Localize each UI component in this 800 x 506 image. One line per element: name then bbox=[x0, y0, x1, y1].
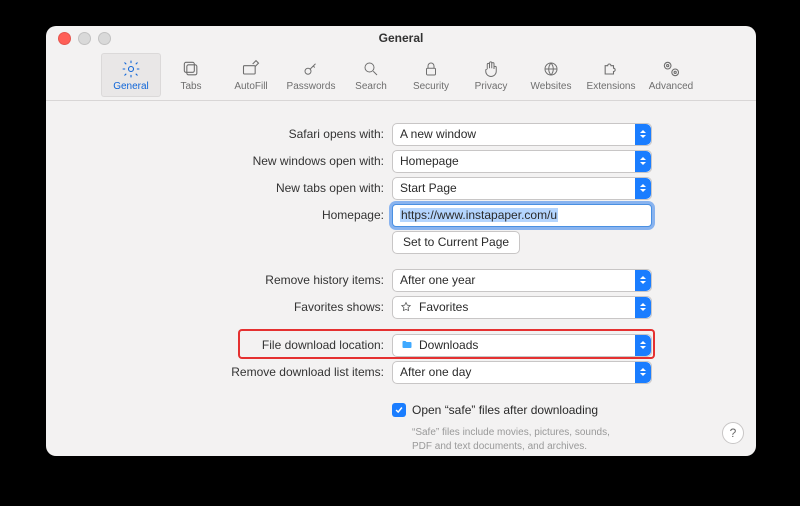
tab-label: Security bbox=[413, 81, 449, 92]
download-location-value: Downloads bbox=[419, 338, 478, 352]
titlebar: General bbox=[46, 26, 756, 50]
homepage-value: https://www.instapaper.com/u bbox=[400, 208, 558, 222]
chevron-up-down-icon bbox=[635, 362, 651, 383]
chevron-up-down-icon bbox=[635, 335, 651, 356]
checkbox-checked-icon bbox=[392, 403, 406, 417]
tab-label: Tabs bbox=[180, 81, 201, 92]
chevron-up-down-icon bbox=[635, 124, 651, 145]
tab-label: Advanced bbox=[649, 81, 693, 92]
remove-history-label: Remove history items: bbox=[46, 273, 392, 287]
hand-icon bbox=[482, 58, 500, 80]
tab-extensions[interactable]: Extensions bbox=[581, 53, 641, 97]
remove-downloads-select[interactable]: After one day bbox=[392, 361, 652, 384]
tab-search[interactable]: Search bbox=[341, 53, 401, 97]
favorites-label: Favorites shows: bbox=[46, 300, 392, 314]
open-safe-label: Open “safe” files after downloading bbox=[412, 403, 598, 417]
download-location-select[interactable]: Downloads bbox=[392, 334, 652, 357]
new-windows-value: Homepage bbox=[400, 154, 459, 168]
remove-history-value: After one year bbox=[400, 273, 475, 287]
opens-with-select[interactable]: A new window bbox=[392, 123, 652, 146]
folder-icon bbox=[400, 338, 414, 352]
gear-icon bbox=[121, 58, 141, 80]
new-tabs-value: Start Page bbox=[400, 181, 457, 195]
preferences-window: General General Tabs AutoFill Passwords bbox=[46, 26, 756, 456]
remove-downloads-label: Remove download list items: bbox=[46, 365, 392, 379]
remove-history-select[interactable]: After one year bbox=[392, 269, 652, 292]
tabs-icon bbox=[181, 58, 201, 80]
opens-with-label: Safari opens with: bbox=[46, 127, 392, 141]
favorites-select[interactable]: Favorites bbox=[392, 296, 652, 319]
new-windows-select[interactable]: Homepage bbox=[392, 150, 652, 173]
puzzle-icon bbox=[601, 58, 621, 80]
tab-label: Extensions bbox=[587, 81, 636, 92]
tab-tabs[interactable]: Tabs bbox=[161, 53, 221, 97]
favorites-value: Favorites bbox=[419, 300, 468, 314]
open-safe-checkbox[interactable]: Open “safe” files after downloading bbox=[392, 403, 692, 417]
tab-websites[interactable]: Websites bbox=[521, 53, 581, 97]
tab-label: Passwords bbox=[287, 81, 336, 92]
key-icon bbox=[302, 58, 320, 80]
open-safe-hint: “Safe” files include movies, pictures, s… bbox=[412, 424, 712, 453]
homepage-label: Homepage: bbox=[46, 208, 392, 222]
chevron-up-down-icon bbox=[635, 270, 651, 291]
tab-label: Search bbox=[355, 81, 387, 92]
tab-advanced[interactable]: Advanced bbox=[641, 53, 701, 97]
general-pane: Safari opens with: A new window New wind… bbox=[46, 104, 756, 456]
tab-label: AutoFill bbox=[234, 81, 267, 92]
tab-security[interactable]: Security bbox=[401, 53, 461, 97]
tab-label: General bbox=[113, 81, 149, 92]
star-icon bbox=[400, 300, 414, 314]
preferences-toolbar: General Tabs AutoFill Passwords Search bbox=[46, 50, 756, 101]
chevron-up-down-icon bbox=[635, 297, 651, 318]
tab-label: Privacy bbox=[475, 81, 508, 92]
chevron-up-down-icon bbox=[635, 178, 651, 199]
window-title: General bbox=[46, 31, 756, 45]
tab-general[interactable]: General bbox=[101, 53, 161, 97]
gears-icon bbox=[660, 58, 682, 80]
homepage-input[interactable]: https://www.instapaper.com/u bbox=[392, 204, 652, 227]
tab-autofill[interactable]: AutoFill bbox=[221, 53, 281, 97]
pencil-box-icon bbox=[240, 58, 262, 80]
chevron-up-down-icon bbox=[635, 151, 651, 172]
search-icon bbox=[362, 58, 380, 80]
tab-label: Websites bbox=[531, 81, 572, 92]
new-tabs-select[interactable]: Start Page bbox=[392, 177, 652, 200]
tab-privacy[interactable]: Privacy bbox=[461, 53, 521, 97]
globe-icon bbox=[542, 58, 560, 80]
opens-with-value: A new window bbox=[400, 127, 476, 141]
help-button[interactable]: ? bbox=[722, 422, 744, 444]
tab-passwords[interactable]: Passwords bbox=[281, 53, 341, 97]
set-current-page-button[interactable]: Set to Current Page bbox=[392, 231, 520, 254]
new-windows-label: New windows open with: bbox=[46, 154, 392, 168]
lock-icon bbox=[422, 58, 440, 80]
download-location-label: File download location: bbox=[46, 338, 392, 352]
new-tabs-label: New tabs open with: bbox=[46, 181, 392, 195]
remove-downloads-value: After one day bbox=[400, 365, 471, 379]
